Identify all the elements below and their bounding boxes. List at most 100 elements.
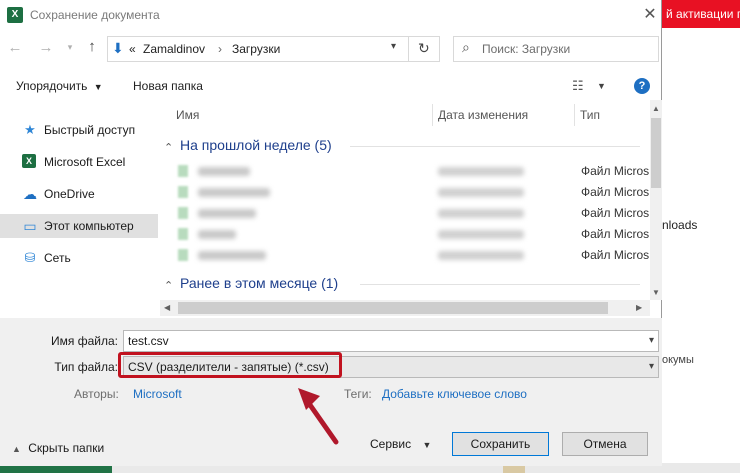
csv-file-icon xyxy=(178,249,188,261)
group-divider xyxy=(360,284,640,285)
scrollbar-thumb[interactable] xyxy=(651,118,661,188)
recent-chevron-icon[interactable]: ▾ xyxy=(59,42,81,53)
save-button[interactable]: Сохранить xyxy=(452,432,549,456)
navigation-pane: ★ Быстрый доступ X Microsoft Excel ☁ One… xyxy=(0,100,158,318)
horizontal-scrollbar[interactable]: ◀ ▶ xyxy=(160,300,650,316)
scroll-left-icon[interactable]: ◀ xyxy=(164,303,170,312)
service-label: Сервис xyxy=(370,437,412,451)
blurred-filename xyxy=(198,209,256,218)
address-dropdown-icon[interactable]: ▾ xyxy=(391,41,396,52)
table-row[interactable]: Файл Micros xyxy=(160,245,650,266)
network-icon: ⛁ xyxy=(24,250,36,265)
nav-item-label: Быстрый доступ xyxy=(44,123,136,137)
csv-file-icon xyxy=(178,165,188,177)
group-header[interactable]: На прошлой неделе (5) xyxy=(180,137,332,153)
collapse-chevron-icon[interactable]: ⌃ xyxy=(164,141,173,154)
nav-item-label: Сеть xyxy=(44,251,71,265)
authors-value[interactable]: Microsoft xyxy=(133,387,182,401)
collapse-chevron-icon[interactable]: ⌃ xyxy=(164,279,173,292)
excel-icon: X xyxy=(7,7,23,23)
nav-item-quick-access[interactable]: ★ Быстрый доступ xyxy=(0,118,158,142)
table-row[interactable]: Файл Micros xyxy=(160,161,650,182)
table-row[interactable]: Файл Micros xyxy=(160,182,650,203)
nav-item-onedrive[interactable]: ☁ OneDrive xyxy=(0,182,158,206)
column-divider[interactable] xyxy=(574,104,575,126)
back-arrow-icon[interactable]: ← xyxy=(4,39,26,56)
nav-item-network[interactable]: ⛁ Сеть xyxy=(0,246,158,270)
view-dropdown-icon[interactable]: ▼ xyxy=(597,81,606,91)
scroll-down-icon[interactable]: ▼ xyxy=(652,288,660,297)
help-icon[interactable]: ? xyxy=(634,78,650,94)
nav-item-label: OneDrive xyxy=(44,187,95,201)
chevron-down-icon[interactable]: ▾ xyxy=(649,357,654,377)
column-header-date[interactable]: Дата изменения xyxy=(438,108,528,122)
search-icon: ⌕ xyxy=(462,39,470,55)
column-header-type[interactable]: Тип xyxy=(580,108,600,122)
divider xyxy=(408,37,409,61)
blurred-date xyxy=(438,167,524,176)
background-text: nloads xyxy=(662,218,698,232)
scroll-up-icon[interactable]: ▲ xyxy=(652,104,660,113)
tags-input[interactable]: Добавьте ключевое слово xyxy=(382,387,527,401)
view-options-icon[interactable]: ☷ xyxy=(572,78,584,94)
organize-button[interactable]: Упорядочить ▼ xyxy=(16,79,103,93)
save-dialog: X Сохранение документа ✕ ← → ▾ ↑ ⬇ « Zam… xyxy=(0,0,662,466)
nav-item-label: Microsoft Excel xyxy=(44,155,126,169)
search-input[interactable]: ⌕ Поиск: Загрузки xyxy=(453,36,659,62)
file-type: Файл Micros xyxy=(581,206,650,220)
vertical-scrollbar[interactable]: ▲ ▼ xyxy=(650,100,662,300)
blurred-date xyxy=(438,188,524,197)
blurred-filename xyxy=(198,188,270,197)
file-type: Файл Micros xyxy=(581,185,650,199)
filename-value: test.csv xyxy=(128,334,169,348)
file-list: Имя Дата изменения Тип ⌃ На прошлой неде… xyxy=(160,100,650,300)
hide-folders-button[interactable]: ▲ Скрыть папки xyxy=(12,441,104,455)
up-arrow-icon[interactable]: ↑ xyxy=(81,38,103,55)
background-banner: й активации п xyxy=(662,0,740,28)
column-divider[interactable] xyxy=(432,104,433,126)
table-row[interactable]: Файл Micros xyxy=(160,203,650,224)
chevron-down-icon: ▼ xyxy=(93,82,103,92)
table-row[interactable]: Файл Micros xyxy=(160,224,650,245)
forward-arrow-icon[interactable]: → xyxy=(35,39,57,56)
computer-icon: ▭ xyxy=(23,218,37,234)
column-header-name[interactable]: Имя xyxy=(176,108,199,122)
scroll-right-icon[interactable]: ▶ xyxy=(636,303,642,312)
file-type: Файл Micros xyxy=(581,248,650,262)
group-divider xyxy=(350,146,640,147)
tags-label: Теги: xyxy=(344,387,372,401)
chevron-down-icon[interactable]: ▾ xyxy=(649,331,654,351)
breadcrumb-item[interactable]: Загрузки xyxy=(232,42,280,56)
cloud-icon: ☁ xyxy=(23,186,37,202)
organize-label: Упорядочить xyxy=(16,79,88,93)
blurred-date xyxy=(438,251,524,260)
csv-file-icon xyxy=(178,207,188,219)
nav-item-this-pc[interactable]: ▭ Этот компьютер xyxy=(0,214,158,238)
authors-label: Авторы: xyxy=(74,387,119,401)
service-button[interactable]: Сервис ▼ xyxy=(370,437,431,451)
dialog-title: Сохранение документа xyxy=(30,8,160,22)
breadcrumb-overflow[interactable]: « xyxy=(129,42,136,56)
highlight-box xyxy=(118,352,342,378)
breadcrumb-item[interactable]: Zamaldinov xyxy=(143,42,205,56)
background-text: окумы xyxy=(662,354,694,366)
breadcrumb-separator[interactable]: › xyxy=(218,42,222,56)
blurred-date xyxy=(438,230,524,239)
group-header[interactable]: Ранее в этом месяце (1) xyxy=(180,275,338,291)
close-button[interactable]: ✕ xyxy=(640,4,660,24)
address-bar[interactable]: ⬇ « Zamaldinov › Загрузки ▾ ↻ xyxy=(107,36,440,62)
blurred-filename xyxy=(198,230,236,239)
cancel-button[interactable]: Отмена xyxy=(562,432,648,456)
filename-input[interactable]: test.csv ▾ xyxy=(123,330,659,352)
title-bar: X Сохранение документа ✕ xyxy=(0,0,662,30)
nav-item-label: Этот компьютер xyxy=(44,219,134,233)
csv-file-icon xyxy=(178,186,188,198)
new-folder-button[interactable]: Новая папка xyxy=(133,79,203,93)
blurred-date xyxy=(438,209,524,218)
scrollbar-thumb[interactable] xyxy=(178,302,608,314)
nav-item-excel[interactable]: X Microsoft Excel xyxy=(0,150,158,174)
search-placeholder: Поиск: Загрузки xyxy=(482,42,571,56)
refresh-icon[interactable]: ↻ xyxy=(418,40,430,57)
chevron-up-icon: ▲ xyxy=(12,444,21,454)
blurred-filename xyxy=(198,167,250,176)
